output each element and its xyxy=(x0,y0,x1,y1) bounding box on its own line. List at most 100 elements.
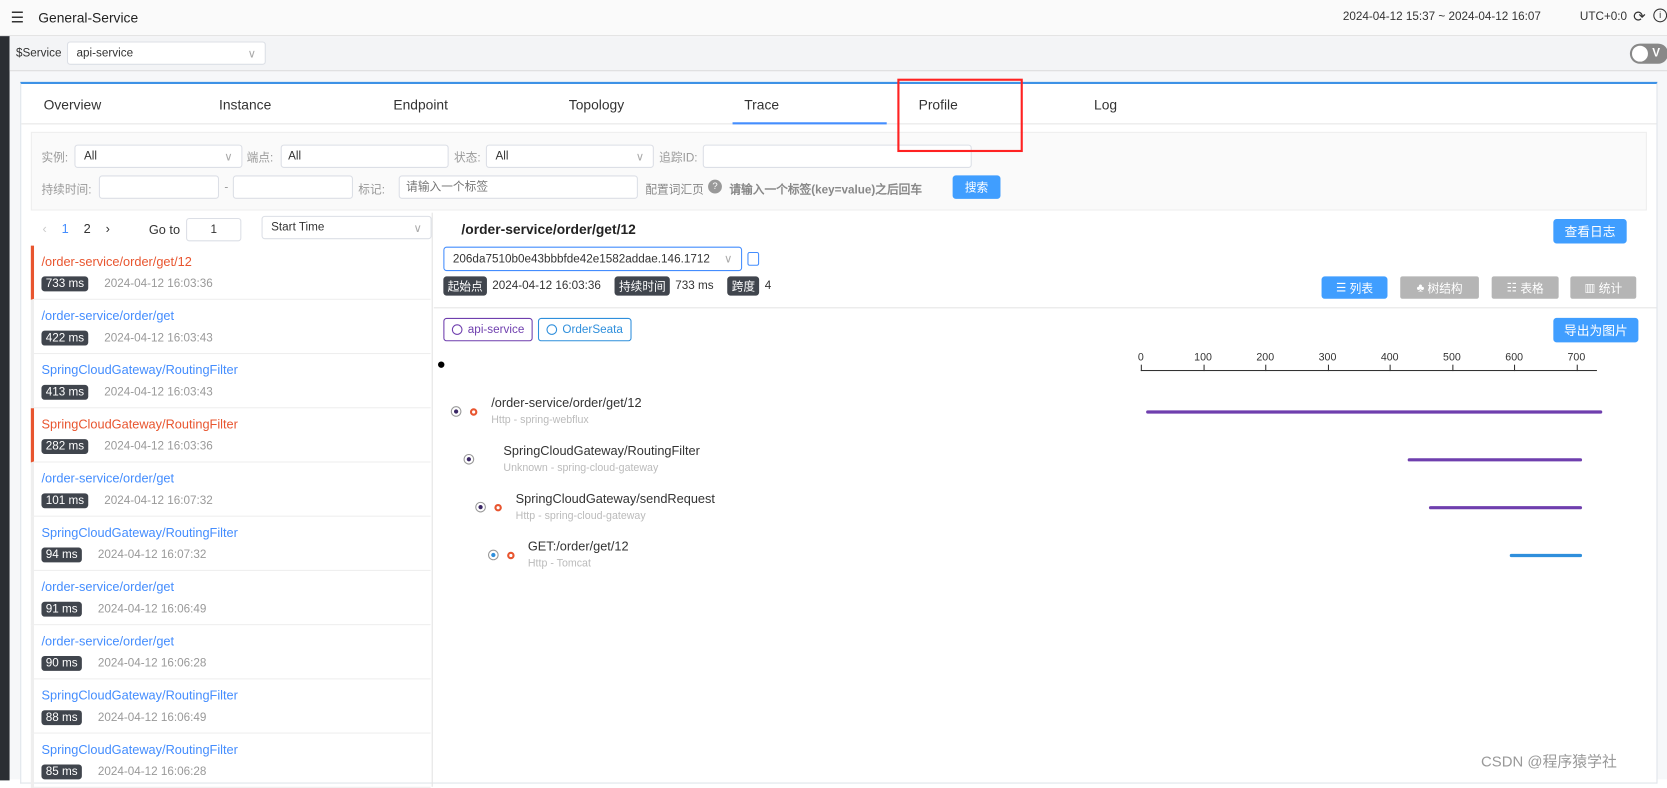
help-icon[interactable]: ? xyxy=(708,179,722,194)
service-value: api-service xyxy=(76,46,134,60)
chevron-down-icon: ∨ xyxy=(635,150,645,164)
duration-badge: 413 ms xyxy=(41,384,89,400)
trace-list-item[interactable]: /order-service/order/get 422 ms 2024-04-12… xyxy=(30,299,431,355)
chevron-down-icon: ∨ xyxy=(413,221,423,235)
trace-name: SpringCloudGateway/RoutingFilter xyxy=(41,525,238,541)
pagination: ‹ 1 2 › xyxy=(36,217,134,240)
instance-select[interactable]: All ∨ xyxy=(74,144,243,168)
duration-badge: 282 ms xyxy=(41,439,89,454)
span-bar[interactable] xyxy=(1407,458,1582,462)
trace-list-item[interactable]: /order-service/order/get 91 ms 2024-04-12 … xyxy=(30,570,431,626)
duration-badge: 94 ms xyxy=(41,547,82,563)
span-node-dot xyxy=(488,550,498,560)
trace-name: SpringCloudGateway/RoutingFilter xyxy=(41,416,238,432)
tab-overview[interactable]: Overview xyxy=(44,97,102,113)
page-2[interactable]: 2 xyxy=(84,221,91,236)
span-node-dot xyxy=(464,455,473,464)
highlight-box xyxy=(897,78,1023,153)
trace-detail: /order-service/order/get/12 查看日志 206da75… xyxy=(433,213,1657,787)
active-tab-indicator xyxy=(732,122,887,125)
duration-badge: 733 ms xyxy=(41,276,89,292)
duration-badge: 88 ms xyxy=(41,710,82,726)
span-bar[interactable] xyxy=(1510,553,1582,558)
endpoint-label: 端点: xyxy=(246,152,274,165)
time-range[interactable]: 2024-04-12 15:37 ~ 2024-04-12 16:07 xyxy=(1343,11,1541,24)
trace-name: /order-service/order/get xyxy=(41,470,175,486)
trace-list-item[interactable]: SpringCloudGateway/RoutingFilter 88 ms 202… xyxy=(30,679,431,734)
span-name[interactable]: SpringCloudGateway/sendRequest xyxy=(516,491,715,506)
tab-endpoint[interactable]: Endpoint xyxy=(393,97,448,113)
timezone: UTC+0:0 xyxy=(1579,10,1628,24)
span-name[interactable]: GET:/order/get/12 xyxy=(528,539,629,554)
span-bar[interactable] xyxy=(1429,506,1582,510)
trace-time: 2024-04-12 16:06:28 xyxy=(97,657,207,670)
tab-bar: Overview Instance Endpoint Topology Trac… xyxy=(21,84,1657,125)
tags-hint: 请输入一个标签(key=value)之后回车 xyxy=(729,183,923,197)
trace-list-item[interactable]: /order-service/order/get 90 ms 2024-04-12 … xyxy=(30,625,431,680)
trace-list-item[interactable]: SpringCloudGateway/RoutingFilter 85 ms 202… xyxy=(30,733,431,788)
tab-topology[interactable]: Topology xyxy=(569,97,624,113)
trace-list-item[interactable]: SpringCloudGateway/RoutingFilter 94 ms 202… xyxy=(30,516,431,571)
watermark: CSDN @程序猿学社 xyxy=(1481,752,1617,770)
span-name[interactable]: /order-service/order/get/12 xyxy=(491,396,641,411)
trace-list-item[interactable]: SpringCloudGateway/RoutingFilter 282 ms 20… xyxy=(30,408,431,463)
span-tree: /order-service/order/get/12 Http - sprin… xyxy=(434,213,1657,787)
trace-name: SpringCloudGateway/RoutingFilter xyxy=(41,362,238,378)
duration-max-input[interactable] xyxy=(232,175,353,199)
refresh-icon[interactable]: ⟳ xyxy=(1633,7,1645,25)
sort-select[interactable]: Start Time ∨ xyxy=(261,215,432,240)
trace-name: SpringCloudGateway/RoutingFilter xyxy=(41,742,238,757)
duration-badge: 90 ms xyxy=(41,655,82,671)
trace-name: SpringCloudGateway/RoutingFilter xyxy=(41,687,238,703)
next-page-icon[interactable]: › xyxy=(106,221,110,236)
duration-min-input[interactable] xyxy=(98,175,220,199)
root-dot xyxy=(438,361,445,368)
sort-value: Start Time xyxy=(271,221,325,234)
trace-list-item[interactable]: /order-service/order/get/12 733 ms 2024-04… xyxy=(30,245,431,300)
trace-time: 2024-04-12 16:03:43 xyxy=(104,385,213,399)
search-button[interactable]: 搜索 xyxy=(952,175,1001,199)
trace-list-item[interactable]: /order-service/order/get 101 ms 2024-04-12… xyxy=(30,462,431,517)
tags-input[interactable] xyxy=(398,175,638,199)
status-value: All xyxy=(495,149,509,163)
trace-name: /order-service/order/get xyxy=(41,579,175,595)
span-marker-icon xyxy=(469,408,478,416)
trace-time: 2024-04-12 16:07:32 xyxy=(104,494,213,508)
trace-name: /order-service/order/get xyxy=(41,308,175,324)
config-label: 配置词汇页 xyxy=(645,183,704,197)
tab-instance[interactable]: Instance xyxy=(219,97,271,113)
tab-log[interactable]: Log xyxy=(1094,97,1117,113)
page-1[interactable]: 1 xyxy=(62,221,69,236)
goto-label: Go to xyxy=(148,222,181,238)
sidebar-strip xyxy=(0,36,10,781)
trace-time: 2024-04-12 16:03:36 xyxy=(104,277,213,291)
menu-fold-icon[interactable]: ☰ xyxy=(11,9,24,27)
info-icon[interactable]: i xyxy=(1653,8,1667,23)
duration-badge: 85 ms xyxy=(41,764,82,780)
prev-page-icon[interactable]: ‹ xyxy=(43,221,47,236)
trace-id-label: 追踪ID: xyxy=(659,152,698,165)
trace-list-item[interactable]: SpringCloudGateway/RoutingFilter 413 ms 20… xyxy=(30,354,431,409)
endpoint-input[interactable]: All xyxy=(280,144,449,168)
status-select[interactable]: All ∨ xyxy=(485,144,654,168)
goto-input[interactable]: 1 xyxy=(186,217,242,242)
toggle-switch[interactable]: V xyxy=(1629,43,1667,64)
filter-panel: 实例: All ∨ 端点: All 状态: All ∨ 追踪ID: 持续时间: - … xyxy=(30,131,1647,211)
span-name[interactable]: SpringCloudGateway/RoutingFilter xyxy=(503,443,699,458)
span-marker-icon xyxy=(494,503,502,512)
top-bar: ☰ General-Service 2024-04-12 15:37 ~ 202… xyxy=(0,0,1667,37)
trace-list: ‹ 1 2 › Go to 1 Start Time ∨ /order-servi… xyxy=(30,212,433,788)
trace-time: 2024-04-12 16:03:43 xyxy=(104,331,213,345)
duration-separator: - xyxy=(224,180,229,194)
trace-time: 2024-04-12 16:06:49 xyxy=(97,711,207,725)
span-bar[interactable] xyxy=(1146,410,1603,414)
tab-trace[interactable]: Trace xyxy=(744,97,779,113)
span-subtitle: Http - Tomcat xyxy=(527,558,591,570)
trace-time: 2024-04-12 16:06:49 xyxy=(97,602,207,616)
instance-value: All xyxy=(83,149,98,163)
main-panel: Overview Instance Endpoint Topology Trac… xyxy=(20,78,1658,788)
span-subtitle: Unknown - spring-cloud-gateway xyxy=(503,462,659,475)
service-select[interactable]: api-service ∨ xyxy=(66,41,266,65)
service-label: $Service xyxy=(15,46,62,60)
span-marker-icon xyxy=(506,551,515,560)
